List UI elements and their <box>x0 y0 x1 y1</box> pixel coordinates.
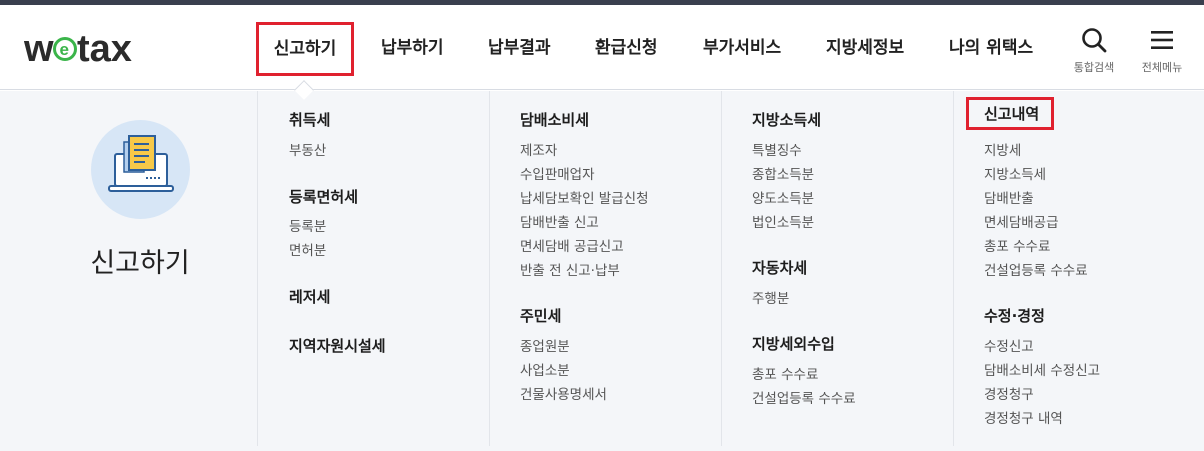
nav-my-wetax[interactable]: 나의 위택스 <box>949 31 1033 65</box>
menu-item[interactable]: 지방소득세 <box>984 163 1046 183</box>
menu-item[interactable]: 종합소득분 <box>752 163 814 183</box>
menu-column-4: 신고내역 지방세 지방소득세 담배반출 면세담배공급 총포 수수료 건설업등록 … <box>953 91 1204 446</box>
group-leisure-tax[interactable]: 레저세 <box>289 286 330 307</box>
menu-item[interactable]: 수정신고 <box>984 335 1034 355</box>
menu-column-2: 담배소비세 제조자 수입판매업자 납세담보확인 발급신청 담배반출 신고 면세담… <box>489 91 721 446</box>
menu-column-3: 지방소득세 특별징수 종합소득분 양도소득분 법인소득분 자동차세 주행분 지방… <box>721 91 953 446</box>
group-acquisition-tax[interactable]: 취득세 <box>289 109 330 130</box>
menu-item[interactable]: 건설업등록 수수료 <box>984 259 1088 279</box>
group-filing-history[interactable]: 신고내역 <box>966 97 1055 130</box>
nav-label: 납부하기 <box>381 38 444 58</box>
hero-title: 신고하기 <box>90 248 190 279</box>
mega-menu-panel: 신고하기 취득세 부동산 등록면허세 등록분 면허분 레저세 지역자원시설세 담… <box>0 91 1204 451</box>
menu-item[interactable]: 등록분 <box>289 215 326 235</box>
site-header: w e tax 신고하기 납부하기 납부결과 환급신청 부가서비스 지방세정보 … <box>0 5 1204 90</box>
hamburger-icon <box>1151 31 1173 49</box>
menu-item[interactable]: 면허분 <box>289 239 326 259</box>
group-regional-resource-tax[interactable]: 지역자원시설세 <box>289 335 386 356</box>
all-menu-button[interactable]: 전체메뉴 <box>1134 27 1190 75</box>
menu-item[interactable]: 경정청구 내역 <box>984 407 1063 427</box>
nav-extra-service[interactable]: 부가서비스 <box>703 31 781 65</box>
menu-item[interactable]: 양도소득분 <box>752 187 814 207</box>
wetax-logo-mark: w e tax <box>23 28 132 70</box>
group-non-tax-revenue[interactable]: 지방세외수입 <box>752 333 835 354</box>
menu-item[interactable]: 주행분 <box>752 287 789 307</box>
group-local-income-tax[interactable]: 지방소득세 <box>752 109 821 130</box>
menu-item[interactable]: 법인소득분 <box>752 211 814 231</box>
svg-text:e: e <box>60 40 69 59</box>
nav-label: 환급신청 <box>595 38 658 58</box>
nav-payment[interactable]: 납부하기 <box>381 31 444 65</box>
menu-item[interactable]: 수입판매업자 <box>520 163 595 183</box>
group-resident-tax[interactable]: 주민세 <box>520 305 561 326</box>
nav-refund[interactable]: 환급신청 <box>595 31 658 65</box>
menu-item[interactable]: 건물사용명세서 <box>520 383 607 403</box>
menu-item[interactable]: 반출 전 신고·납부 <box>520 259 620 279</box>
search-button[interactable]: 통합검색 <box>1066 27 1122 75</box>
all-menu-label: 전체메뉴 <box>1141 61 1183 74</box>
menu-item[interactable]: 총포 수수료 <box>984 235 1050 255</box>
menu-item[interactable]: 사업소분 <box>520 359 570 379</box>
nav-label: 부가서비스 <box>703 38 782 58</box>
group-registration-license-tax[interactable]: 등록면허세 <box>289 186 358 207</box>
nav-label: 신고하기 <box>273 39 337 59</box>
nav-label: 납부결과 <box>488 38 551 58</box>
menu-item[interactable]: 종업원분 <box>520 335 570 355</box>
laptop-document-icon <box>108 135 174 192</box>
group-amendment-correction[interactable]: 수정·경정 <box>984 305 1045 326</box>
menu-item[interactable]: 제조자 <box>520 139 557 159</box>
wetax-logo[interactable]: w e tax <box>23 27 158 71</box>
menu-item[interactable]: 부동산 <box>289 139 326 159</box>
search-icon <box>1082 28 1107 53</box>
group-tobacco-tax[interactable]: 담배소비세 <box>520 109 589 130</box>
menu-item[interactable]: 특별징수 <box>752 139 802 159</box>
nav-label: 지방세정보 <box>826 38 905 58</box>
menu-item[interactable]: 면세담배공급 <box>984 211 1059 231</box>
group-automobile-tax[interactable]: 자동차세 <box>752 257 807 278</box>
nav-label: 나의 위택스 <box>949 38 1034 58</box>
menu-item[interactable]: 납세담보확인 발급신청 <box>520 187 649 207</box>
menu-item[interactable]: 담배반출 신고 <box>520 211 599 231</box>
menu-item[interactable]: 건설업등록 수수료 <box>752 387 856 407</box>
nav-file-return[interactable]: 신고하기 <box>256 22 354 76</box>
hero-illustration <box>91 120 190 219</box>
svg-text:tax: tax <box>77 28 132 70</box>
menu-item[interactable]: 총포 수수료 <box>752 363 818 383</box>
menu-item[interactable]: 면세담배 공급신고 <box>520 235 624 255</box>
menu-column-1: 취득세 부동산 등록면허세 등록분 면허분 레저세 지역자원시설세 <box>257 91 489 446</box>
menu-item[interactable]: 담배소비세 수정신고 <box>984 359 1100 379</box>
svg-text:w: w <box>24 28 54 70</box>
nav-local-tax-info[interactable]: 지방세정보 <box>826 31 904 65</box>
search-label: 통합검색 <box>1073 61 1115 74</box>
menu-item[interactable]: 경정청구 <box>984 383 1034 403</box>
nav-payment-result[interactable]: 납부결과 <box>488 31 551 65</box>
menu-item[interactable]: 지방세 <box>984 139 1021 159</box>
menu-item[interactable]: 담배반출 <box>984 187 1034 207</box>
